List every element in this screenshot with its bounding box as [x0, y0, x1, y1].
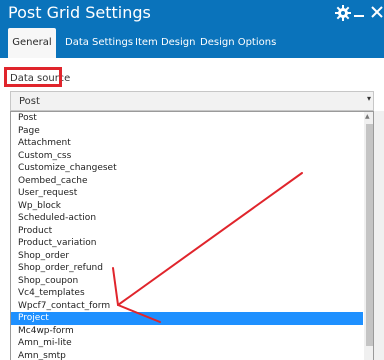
dropdown-option[interactable]: Scheduled-action — [11, 212, 363, 225]
dropdown-option[interactable]: Shop_order — [11, 250, 363, 263]
chevron-down-icon: ▾ — [367, 94, 372, 103]
dropdown-option[interactable]: Customize_changeset — [11, 162, 363, 175]
dropdown-option[interactable]: User_request — [11, 187, 363, 200]
scrollbar-thumb[interactable] — [366, 124, 373, 346]
dropdown-option[interactable]: Wp_block — [11, 200, 363, 213]
panel-background — [374, 111, 384, 360]
tab-item-design[interactable]: Item Design — [135, 28, 195, 58]
dropdown-option[interactable]: Attachment — [11, 137, 363, 150]
dropdown-option[interactable]: Wpcf7_contact_form — [11, 300, 363, 313]
annotation-highlight-box — [4, 67, 62, 87]
tab-general[interactable]: General — [8, 28, 56, 58]
minimize-icon[interactable] — [354, 15, 364, 17]
dropdown-option[interactable]: Custom_css — [11, 150, 363, 163]
dropdown-option[interactable]: Oembed_cache — [11, 175, 363, 188]
window-title: Post Grid Settings — [8, 3, 151, 22]
select-value: Post — [19, 96, 40, 107]
dropdown-option[interactable]: Amn_smtp — [11, 350, 363, 360]
dropdown-option[interactable]: Shop_coupon — [11, 275, 363, 288]
dropdown-option[interactable]: Page — [11, 125, 363, 138]
title-bar: Post Grid Settings General Data Settings… — [0, 0, 384, 58]
data-source-select[interactable]: Post ▾ — [10, 91, 374, 111]
dropdown-option[interactable]: Mc4wp-form — [11, 325, 363, 338]
close-icon[interactable] — [370, 5, 384, 19]
dropdown-option[interactable]: Product_variation — [11, 237, 363, 250]
dropdown-option[interactable]: Amn_mi-lite — [11, 337, 363, 350]
data-source-dropdown-list[interactable]: Amn_smtp Amn_mi-lite Mc4wp-form Project Wpcf… — [10, 111, 374, 360]
dropdown-option[interactable]: Product — [11, 225, 363, 238]
gear-icon[interactable] — [335, 5, 351, 21]
scroll-up-icon[interactable]: ▲ — [365, 113, 370, 120]
dropdown-option[interactable]: Post — [11, 112, 363, 125]
dropdown-option[interactable]: Vc4_templates — [11, 287, 363, 300]
tab-data-settings[interactable]: Data Settings — [65, 28, 133, 58]
tab-design-options[interactable]: Design Options — [200, 28, 276, 58]
dropdown-option[interactable]: Shop_order_refund — [11, 262, 363, 275]
dropdown-option[interactable]: Project — [11, 312, 363, 325]
